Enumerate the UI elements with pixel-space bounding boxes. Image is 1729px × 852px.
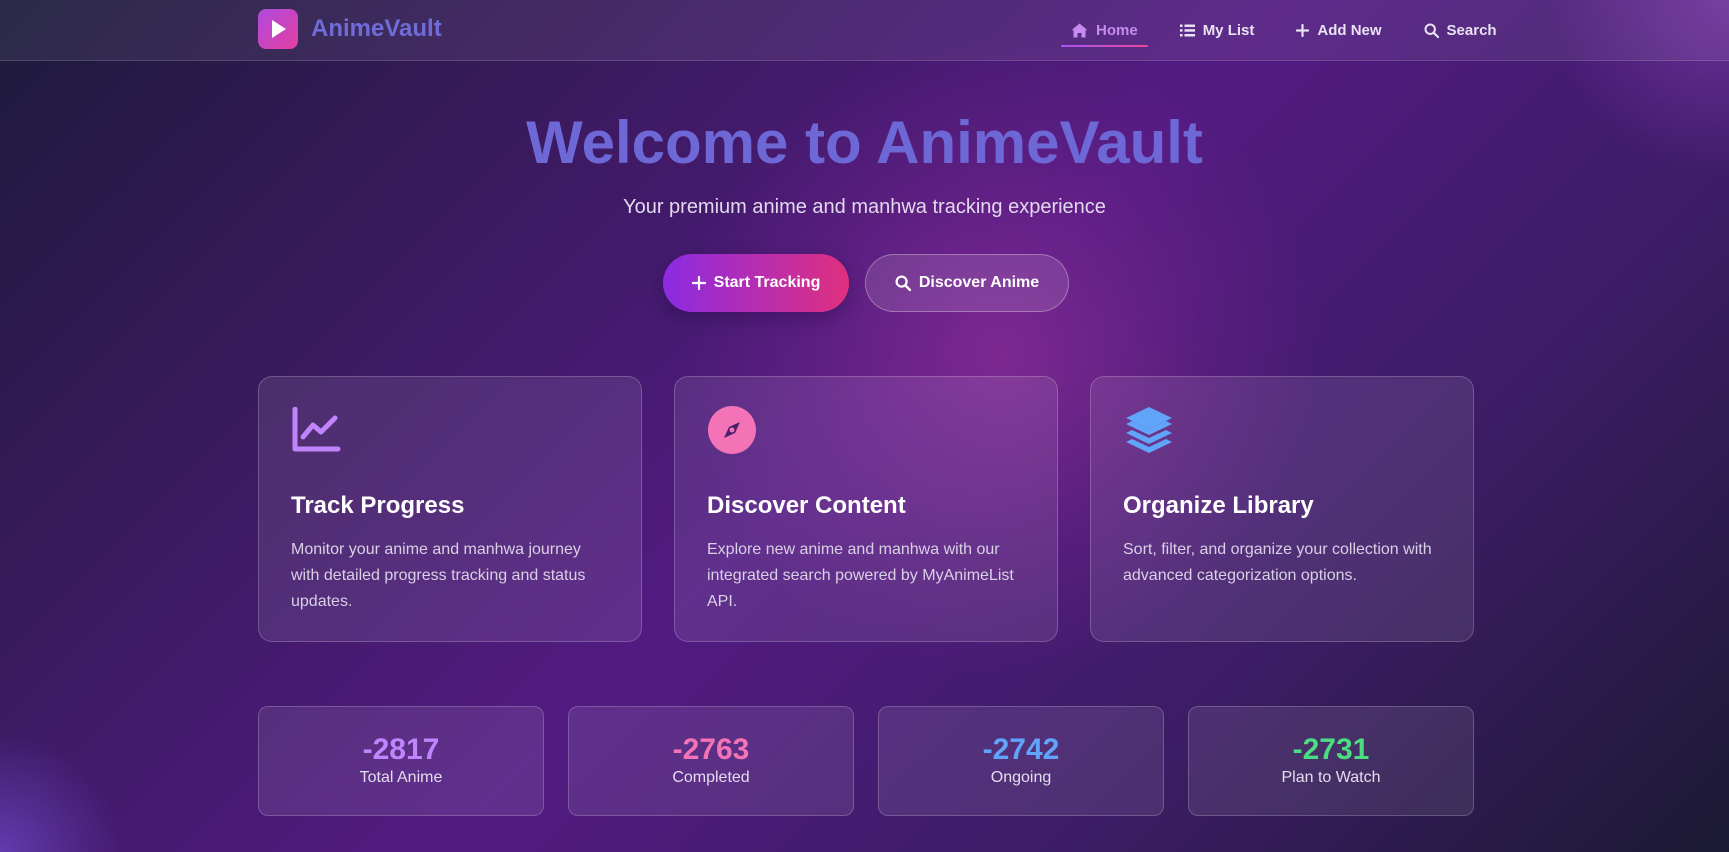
start-tracking-button[interactable]: Start Tracking [663,254,849,312]
plus-icon [1296,24,1310,37]
feature-description: Sort, filter, and organize your collecti… [1123,541,1432,584]
stat-card-ongoing: -2742 Ongoing [878,706,1164,816]
start-tracking-label: Start Tracking [713,274,821,291]
stat-card-completed: -2763 Completed [568,706,854,816]
nav-item-add-new[interactable]: Add New [1280,0,1397,61]
main-nav: Home My List Add New Search [1055,0,1523,61]
home-icon [1071,23,1088,38]
brand-name: AnimeVault [311,15,442,42]
search-icon [895,275,911,291]
nav-item-search[interactable]: Search [1408,0,1513,61]
layers-icon [1123,405,1441,455]
nav-item-home[interactable]: Home [1055,0,1154,61]
stat-label: Completed [672,769,750,786]
stat-value: -2731 [1292,733,1370,766]
hero-title: Welcome to AnimeVault [526,109,1203,176]
feature-card-discover-content: Discover Content Explore new anime and m… [674,376,1058,642]
brand-logo[interactable]: AnimeVault [258,9,442,49]
list-icon [1179,24,1195,37]
discover-anime-label: Discover Anime [918,274,1040,291]
stat-card-plan-to-watch: -2731 Plan to Watch [1188,706,1474,816]
stat-value: -2817 [362,733,440,766]
nav-item-label: Search [1446,22,1497,39]
feature-card-track-progress: Track Progress Monitor your anime and ma… [258,376,642,642]
nav-item-label: Add New [1317,22,1382,39]
nav-item-label: Home [1096,22,1138,39]
chart-line-icon [291,405,609,455]
stat-value: -2742 [982,733,1060,766]
feature-title: Organize Library [1123,492,1314,519]
stat-value: -2763 [672,733,750,766]
discover-anime-button[interactable]: Discover Anime [865,254,1069,312]
feature-card-organize-library: Organize Library Sort, filter, and organ… [1090,376,1474,642]
plus-icon [691,276,706,290]
nav-item-my-list[interactable]: My List [1164,0,1271,61]
play-icon [258,9,298,49]
stat-card-total-anime: -2817 Total Anime [258,706,544,816]
nav-item-label: My List [1202,22,1255,39]
feature-description: Monitor your anime and manhwa journey wi… [291,541,586,610]
feature-title: Track Progress [291,492,465,519]
compass-icon [707,405,1025,455]
hero-subtitle: Your premium anime and manhwa tracking e… [623,196,1106,218]
feature-title: Discover Content [707,492,906,519]
stat-label: Ongoing [990,769,1052,786]
feature-description: Explore new anime and manhwa with our in… [707,541,1014,610]
stat-label: Total Anime [359,769,443,786]
search-icon [1424,23,1439,38]
stat-label: Plan to Watch [1281,769,1381,786]
navbar: AnimeVault Home My List Add New Search [0,0,1729,61]
